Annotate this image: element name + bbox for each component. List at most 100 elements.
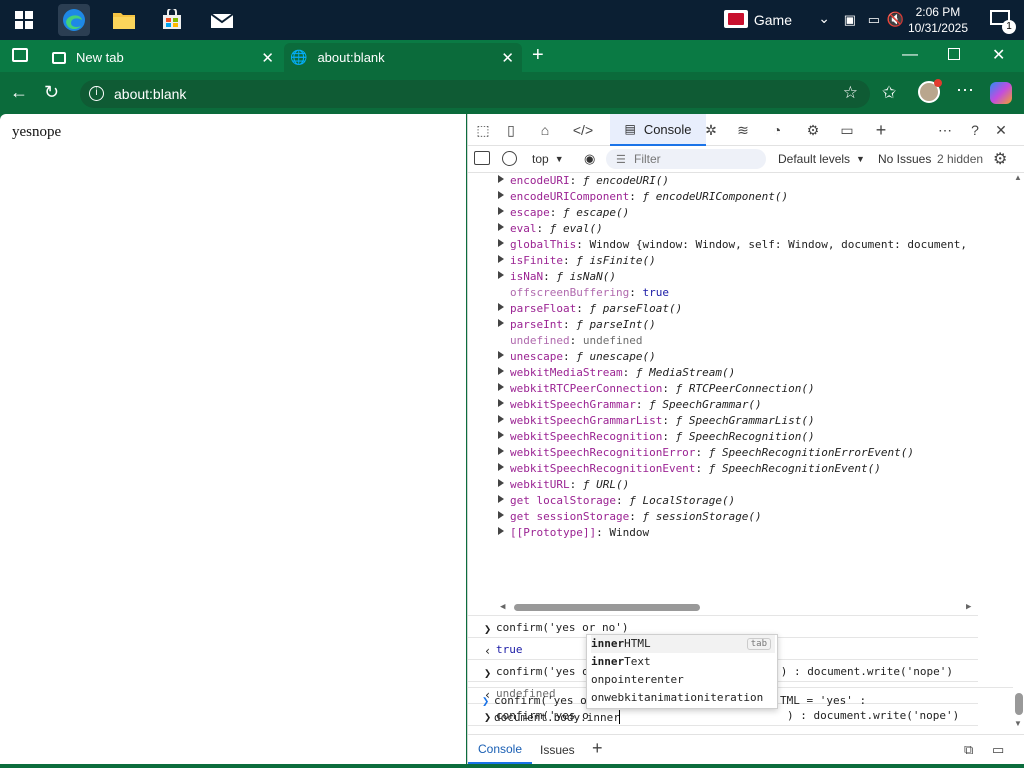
game-label[interactable]: Game: [754, 12, 792, 28]
property-row[interactable]: webkitSpeechGrammar: ƒ SpeechGrammar(): [498, 398, 762, 414]
expand-triangle-icon[interactable]: [498, 175, 504, 183]
favorites-icon[interactable]: ✩: [882, 83, 896, 103]
autocomplete-item[interactable]: onwebkitanimationiteration: [591, 689, 775, 707]
minimize-button[interactable]: —: [902, 46, 918, 64]
expand-triangle-icon[interactable]: [498, 207, 504, 215]
expand-triangle-icon[interactable]: [498, 447, 504, 455]
copilot-icon[interactable]: [990, 82, 1012, 104]
edge-browser-icon[interactable]: [58, 4, 90, 36]
dock-drawer-icon[interactable]: ⧉: [964, 742, 973, 758]
network-wifi-icon[interactable]: ≋: [732, 120, 754, 140]
mail-icon[interactable]: [206, 4, 238, 36]
scrollbar-thumb[interactable]: [514, 604, 700, 611]
close-tab-icon[interactable]: ✕: [501, 49, 514, 67]
property-row[interactable]: eval: ƒ eval(): [498, 222, 603, 238]
property-row[interactable]: get sessionStorage: ƒ sessionStorage(): [498, 510, 762, 526]
help-icon[interactable]: ?: [964, 120, 986, 140]
issues-counter[interactable]: No Issues: [878, 152, 931, 166]
context-selector[interactable]: top ▼: [532, 152, 564, 166]
expand-triangle-icon[interactable]: [498, 271, 504, 279]
property-row[interactable]: globalThis: Window {window: Window, self…: [498, 238, 967, 254]
scroll-left-icon[interactable]: ◀: [500, 602, 505, 612]
property-row[interactable]: webkitSpeechRecognitionEvent: ƒ SpeechRe…: [498, 462, 881, 478]
property-row[interactable]: webkitSpeechGrammarList: ƒ SpeechGrammar…: [498, 414, 815, 430]
property-row[interactable]: isFinite: ƒ isFinite(): [498, 254, 656, 270]
expand-triangle-icon[interactable]: [498, 223, 504, 231]
expand-triangle-icon[interactable]: [498, 463, 504, 471]
tab-about-blank[interactable]: 🌐 about:blank ✕: [284, 43, 522, 72]
more-tools-plus-icon[interactable]: +: [870, 120, 892, 140]
application-icon[interactable]: ▭: [836, 120, 858, 140]
close-drawer-icon[interactable]: ▭: [992, 742, 1004, 758]
horizontal-scrollbar[interactable]: ◀ ▶: [500, 602, 971, 612]
property-row[interactable]: unescape: ƒ unescape(): [498, 350, 656, 366]
address-bar[interactable]: i about:blank ☆: [80, 80, 870, 108]
expand-triangle-icon[interactable]: [498, 191, 504, 199]
console-settings-gear-icon[interactable]: ⚙: [993, 149, 1007, 169]
expand-triangle-icon[interactable]: [498, 511, 504, 519]
expand-triangle-icon[interactable]: [498, 399, 504, 407]
property-row[interactable]: escape: ƒ escape(): [498, 206, 629, 222]
scroll-down-icon[interactable]: ▼: [1014, 719, 1022, 728]
expand-triangle-icon[interactable]: [498, 255, 504, 263]
info-icon[interactable]: i: [89, 86, 104, 101]
scrollbar-thumb[interactable]: [1015, 693, 1023, 715]
memory-icon[interactable]: ⚙: [802, 120, 824, 140]
welcome-home-icon[interactable]: ⌂: [534, 120, 556, 140]
customize-menu-icon[interactable]: ⋯: [934, 120, 956, 140]
property-row[interactable]: webkitMediaStream: ƒ MediaStream(): [498, 366, 735, 382]
chevron-up-icon[interactable]: ⌄: [818, 10, 830, 27]
profile-avatar[interactable]: [918, 79, 942, 103]
property-row[interactable]: webkitRTCPeerConnection: ƒ RTCPeerConnec…: [498, 382, 815, 398]
expand-triangle-icon[interactable]: [498, 239, 504, 247]
windows-start-icon[interactable]: [8, 4, 40, 36]
expand-triangle-icon[interactable]: [498, 303, 504, 311]
expand-triangle-icon[interactable]: [498, 431, 504, 439]
refresh-button[interactable]: ↻: [44, 82, 59, 103]
levels-dropdown[interactable]: Default levels ▼: [778, 152, 865, 166]
expand-triangle-icon[interactable]: [498, 479, 504, 487]
tab-console[interactable]: ▤ Console: [610, 114, 706, 146]
property-row[interactable]: webkitSpeechRecognition: ƒ SpeechRecogni…: [498, 430, 815, 446]
property-row[interactable]: webkitURL: ƒ URL(): [498, 478, 629, 494]
scroll-right-icon[interactable]: ▶: [966, 602, 971, 612]
close-devtools-icon[interactable]: ✕: [990, 120, 1012, 140]
close-tab-icon[interactable]: ✕: [261, 49, 274, 67]
property-row[interactable]: encodeURI: ƒ encodeURI(): [498, 174, 669, 190]
favorite-star-icon[interactable]: ☆: [843, 83, 858, 103]
autocomplete-item[interactable]: innerHTML tab: [591, 635, 775, 653]
clear-console-icon[interactable]: [502, 151, 517, 166]
expand-triangle-icon[interactable]: [498, 319, 504, 327]
device-emulation-icon[interactable]: ▯: [500, 120, 522, 140]
clock[interactable]: 2:06 PM 10/31/2025: [908, 4, 968, 36]
expand-triangle-icon[interactable]: [498, 351, 504, 359]
expand-triangle-icon[interactable]: [498, 415, 504, 423]
drawer-tab-issues[interactable]: Issues: [540, 743, 575, 757]
performance-icon[interactable]: ◔: [766, 120, 788, 140]
autocomplete-item[interactable]: innerText: [591, 653, 775, 671]
tab-actions-icon[interactable]: [12, 48, 28, 62]
expand-triangle-icon[interactable]: [498, 383, 504, 391]
more-menu-icon[interactable]: ⋯: [956, 80, 974, 101]
tab-new-tab[interactable]: New tab ✕: [44, 43, 282, 72]
sidebar-toggle-icon[interactable]: [474, 151, 490, 165]
property-row[interactable]: parseInt: ƒ parseInt(): [498, 318, 656, 334]
filter-input[interactable]: ☰ Filter: [606, 149, 766, 169]
property-row[interactable]: isNaN: ƒ isNaN(): [498, 270, 616, 286]
close-window-button[interactable]: ✕: [992, 45, 1005, 65]
autocomplete-item[interactable]: onpointerenter: [591, 671, 775, 689]
scroll-up-icon[interactable]: ▲: [1014, 173, 1022, 182]
notification-icon[interactable]: 1: [990, 10, 1016, 34]
back-button[interactable]: ←: [10, 82, 28, 103]
expand-triangle-icon[interactable]: [498, 495, 504, 503]
volume-muted-icon[interactable]: 🔇: [887, 11, 904, 28]
network-icon[interactable]: ▭: [868, 12, 880, 28]
drawer-tab-console[interactable]: Console: [468, 735, 532, 764]
microsoft-store-icon[interactable]: [156, 4, 188, 36]
drawer-add-tab-icon[interactable]: +: [592, 738, 603, 759]
file-explorer-icon[interactable]: [108, 4, 140, 36]
property-row[interactable]: webkitSpeechRecognitionError: ƒ SpeechRe…: [498, 446, 914, 462]
property-row[interactable]: parseFloat: ƒ parseFloat(): [498, 302, 682, 318]
property-row[interactable]: get localStorage: ƒ LocalStorage(): [498, 494, 735, 510]
new-tab-button[interactable]: +: [532, 44, 544, 67]
